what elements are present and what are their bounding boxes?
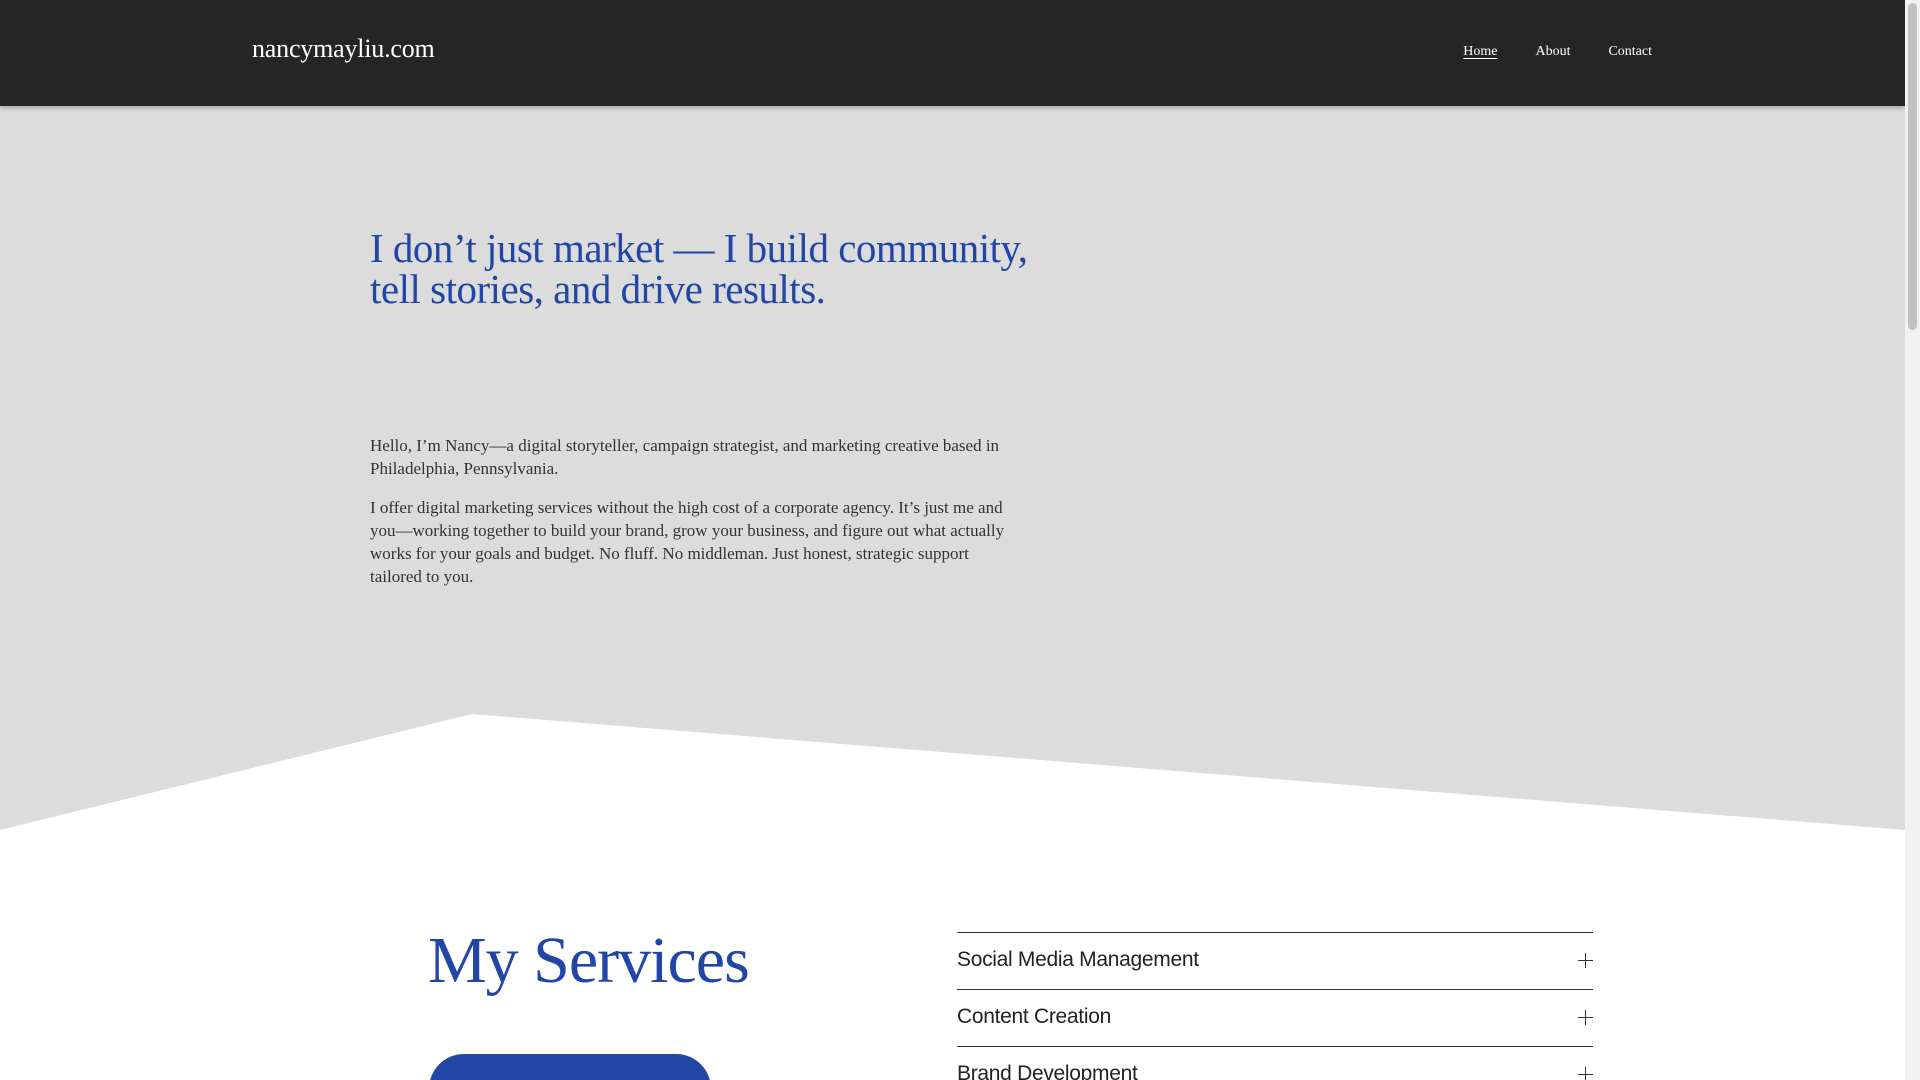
hero-intro: Hello, I’m Nancy—a digital storyteller, … [370,434,1010,604]
accordion-item-content-creation[interactable]: Content Creation [957,989,1593,1046]
services-section: My Services Social Media Management Cont… [0,830,1905,1080]
nav-link-contact[interactable]: Contact [1608,44,1652,60]
hero-paragraph-services: I offer digital marketing services witho… [370,498,1005,586]
accordion-item-label: Content Creation [957,1005,1111,1028]
page-scrollbar[interactable] [1905,0,1920,1080]
accordion-item-label: Social Media Management [957,948,1199,971]
accordion-item-social-media[interactable]: Social Media Management [957,932,1593,989]
plus-icon[interactable] [1578,1010,1593,1025]
plus-icon[interactable] [1578,953,1593,968]
page: nancymayliu.com Home About Contact I don… [0,0,1905,1080]
site-logo-link[interactable]: nancymayliu.com [252,34,435,64]
scrollbar-thumb[interactable] [1908,3,1917,330]
hero-heading: I don’t just market — I build community,… [370,225,1028,312]
nav-link-about[interactable]: About [1535,44,1570,60]
nav-link-home[interactable]: Home [1463,44,1497,60]
hero-paragraph-intro: Hello, I’m Nancy—a digital storyteller, … [370,436,1000,478]
accordion-item-label: Brand Development [957,1062,1138,1080]
site-header: nancymayliu.com Home About Contact [0,0,1905,106]
plus-icon[interactable] [1578,1067,1593,1080]
services-cta-button[interactable] [429,1054,711,1080]
main-nav: Home About Contact [1463,44,1652,60]
accordion-item-brand-development[interactable]: Brand Development [957,1046,1593,1080]
services-accordion: Social Media Management Content Creation… [957,932,1593,1080]
services-title: My Services [428,924,750,997]
section-divider-shape [0,700,1905,830]
